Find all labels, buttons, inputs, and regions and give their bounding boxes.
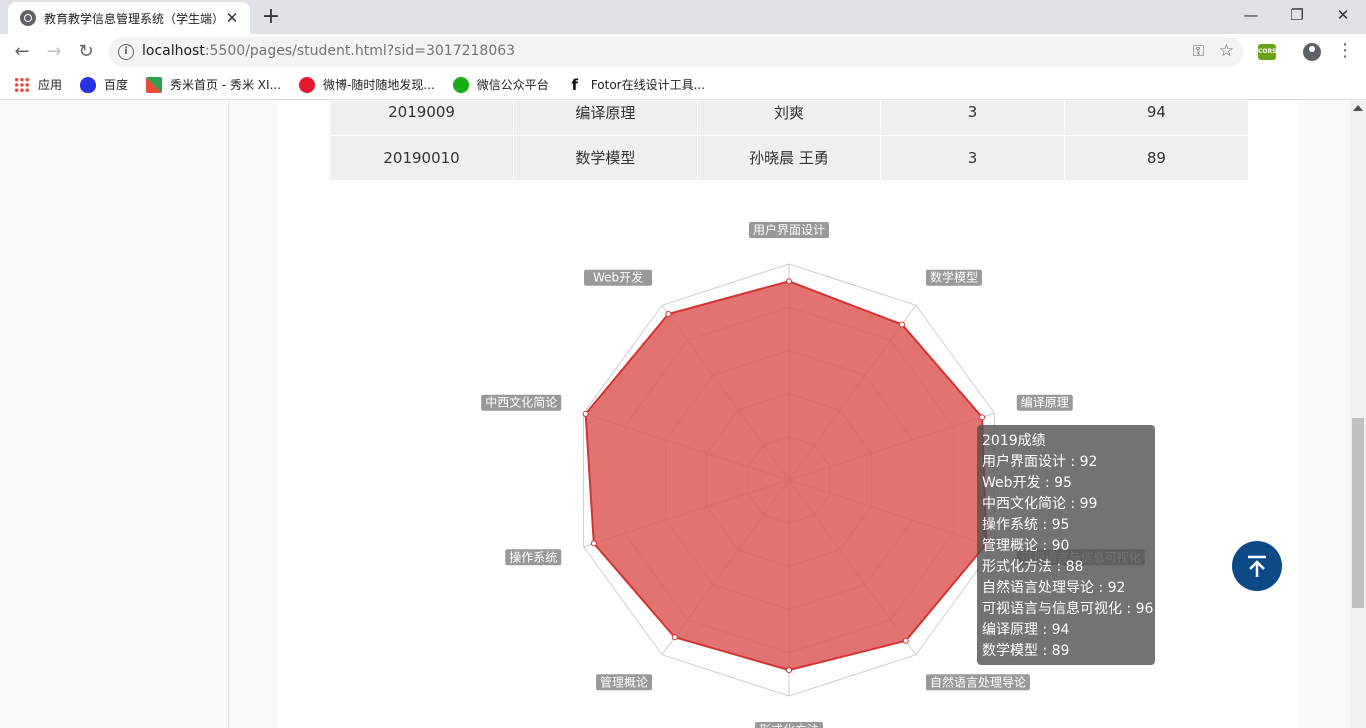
restore-button[interactable]: ❐ <box>1274 0 1320 30</box>
profile-avatar-icon[interactable] <box>1303 43 1321 61</box>
bookmark-item[interactable]: 秀米首页 - 秀米 XI... <box>146 76 281 93</box>
tab-title: 教育教学信息管理系统（学生端） <box>44 11 224 26</box>
new-tab-button[interactable]: + <box>258 4 284 30</box>
tooltip-line: 可视语言与信息可视化 : 96 <box>982 601 1154 617</box>
weibo-icon <box>299 76 316 93</box>
bookmark-item[interactable]: f Fotor在线设计工具... <box>567 75 706 94</box>
radar-indicator-label: 操作系统 <box>509 549 557 564</box>
radar-point <box>582 410 589 417</box>
bookmark-star-icon[interactable]: ☆ <box>1219 41 1234 61</box>
content-card: 2019009 编译原理 刘爽 3 94 20190010 数学模型 孙晓晨 王勇 3 89 用户… <box>278 101 1299 728</box>
radar-point <box>786 667 792 674</box>
tooltip-line: 用户界面设计 : 92 <box>982 454 1098 470</box>
back-button[interactable]: ← <box>10 40 34 64</box>
bookmarks-bar: 应用 百度 秀米首页 - 秀米 XI... 微博-随时随地发现... 微信公众平台 f Fo… <box>0 70 1366 100</box>
browser-tab[interactable]: 教育教学信息管理系统（学生端） ✕ <box>8 2 250 34</box>
arrow-up-icon <box>1248 555 1266 577</box>
page-viewport: 2019009 编译原理 刘爽 3 94 20190010 数学模型 孙晓晨 王勇 3 89 用户… <box>0 101 1350 728</box>
minimize-button[interactable]: — <box>1228 0 1274 30</box>
radar-point <box>786 278 792 285</box>
radar-indicator-label: 形式化方法 <box>759 722 819 728</box>
wechat-icon <box>452 76 469 93</box>
tooltip-line: 中西文化简论 : 99 <box>982 496 1098 512</box>
bookmark-label: 微信公众平台 <box>476 78 549 92</box>
bookmark-label: 微博-随时随地发现... <box>323 78 435 92</box>
radar-area <box>584 280 988 672</box>
tooltip-line: 管理概论 : 90 <box>982 538 1070 554</box>
fotor-icon: f <box>571 75 579 94</box>
bookmark-label: 百度 <box>104 78 129 92</box>
info-icon[interactable]: i <box>118 44 134 60</box>
cors-extension-icon[interactable]: CORS <box>1258 44 1276 60</box>
tooltip-line: 操作系统 : 95 <box>982 517 1070 533</box>
radar-point <box>665 310 672 317</box>
scrollbar-thumb[interactable] <box>1352 418 1364 608</box>
browser-toolbar: ← → ↻ i localhost:5500/pages/student.htm… <box>0 34 1366 70</box>
bookmark-item[interactable]: 微博-随时随地发现... <box>299 76 435 93</box>
radar-point <box>898 321 905 328</box>
tooltip-line: Web开发 : 95 <box>982 475 1072 491</box>
bookmark-item[interactable]: 应用 <box>14 76 62 93</box>
bookmark-label: 秀米首页 - 秀米 XI... <box>170 78 282 92</box>
sidebar-divider <box>228 101 229 728</box>
globe-icon <box>20 10 36 26</box>
radar-point <box>590 540 597 547</box>
radar-indicator-label: 自然语言处理导论 <box>930 674 1026 689</box>
radar-indicator-label: 管理概论 <box>600 674 648 689</box>
radar-point <box>902 637 909 644</box>
radar-indicator-label: Web开发 <box>593 270 643 285</box>
key-icon[interactable]: ⚿ <box>1193 42 1204 60</box>
address-bar[interactable]: i localhost:5500/pages/student.html?sid=… <box>108 37 1244 67</box>
bookmark-label: Fotor在线设计工具... <box>590 78 706 92</box>
tooltip-line: 形式化方法 : 88 <box>982 559 1084 575</box>
xiumi-icon <box>146 76 163 93</box>
baidu-icon <box>80 76 97 93</box>
reload-button[interactable]: ↻ <box>74 40 98 64</box>
radar-point <box>671 634 678 641</box>
bookmark-label: 应用 <box>38 78 63 92</box>
radar-indicator-label: 用户界面设计 <box>753 222 825 237</box>
radar-point <box>979 414 986 421</box>
tooltip-line: 编译原理 : 94 <box>982 622 1070 638</box>
bookmark-item[interactable]: 微信公众平台 <box>452 76 549 93</box>
radar-indicator-label: 中西文化简论 <box>485 395 557 410</box>
menu-kebab-icon[interactable]: ⋮ <box>1336 40 1354 61</box>
url-text: localhost:5500/pages/student.html?sid=30… <box>142 43 516 59</box>
apps-icon <box>14 76 30 93</box>
radar-indicator-label: 编译原理 <box>1021 395 1069 410</box>
radar-indicator-label: 数学模型 <box>930 270 978 285</box>
close-window-button[interactable]: ✕ <box>1320 0 1366 30</box>
tooltip-line: 数学模型 : 89 <box>982 643 1070 659</box>
forward-button[interactable]: → <box>42 40 66 64</box>
tab-strip: 教育教学信息管理系统（学生端） ✕ + — ❐ ✕ <box>0 0 1366 34</box>
tooltip-title: 2019成绩 <box>982 433 1046 449</box>
bookmark-item[interactable]: 百度 <box>80 76 128 93</box>
vertical-scrollbar[interactable] <box>1350 101 1366 728</box>
back-to-top-button[interactable] <box>1232 541 1282 591</box>
chart-tooltip: 2019成绩 用户界面设计 : 92 Web开发 : 95 中西文化简论 : 99 操… <box>977 425 1155 665</box>
close-tab-icon[interactable]: ✕ <box>224 9 240 27</box>
tooltip-line: 自然语言处理导论 : 92 <box>982 580 1126 596</box>
scroll-up-arrow-icon[interactable] <box>1353 105 1363 111</box>
